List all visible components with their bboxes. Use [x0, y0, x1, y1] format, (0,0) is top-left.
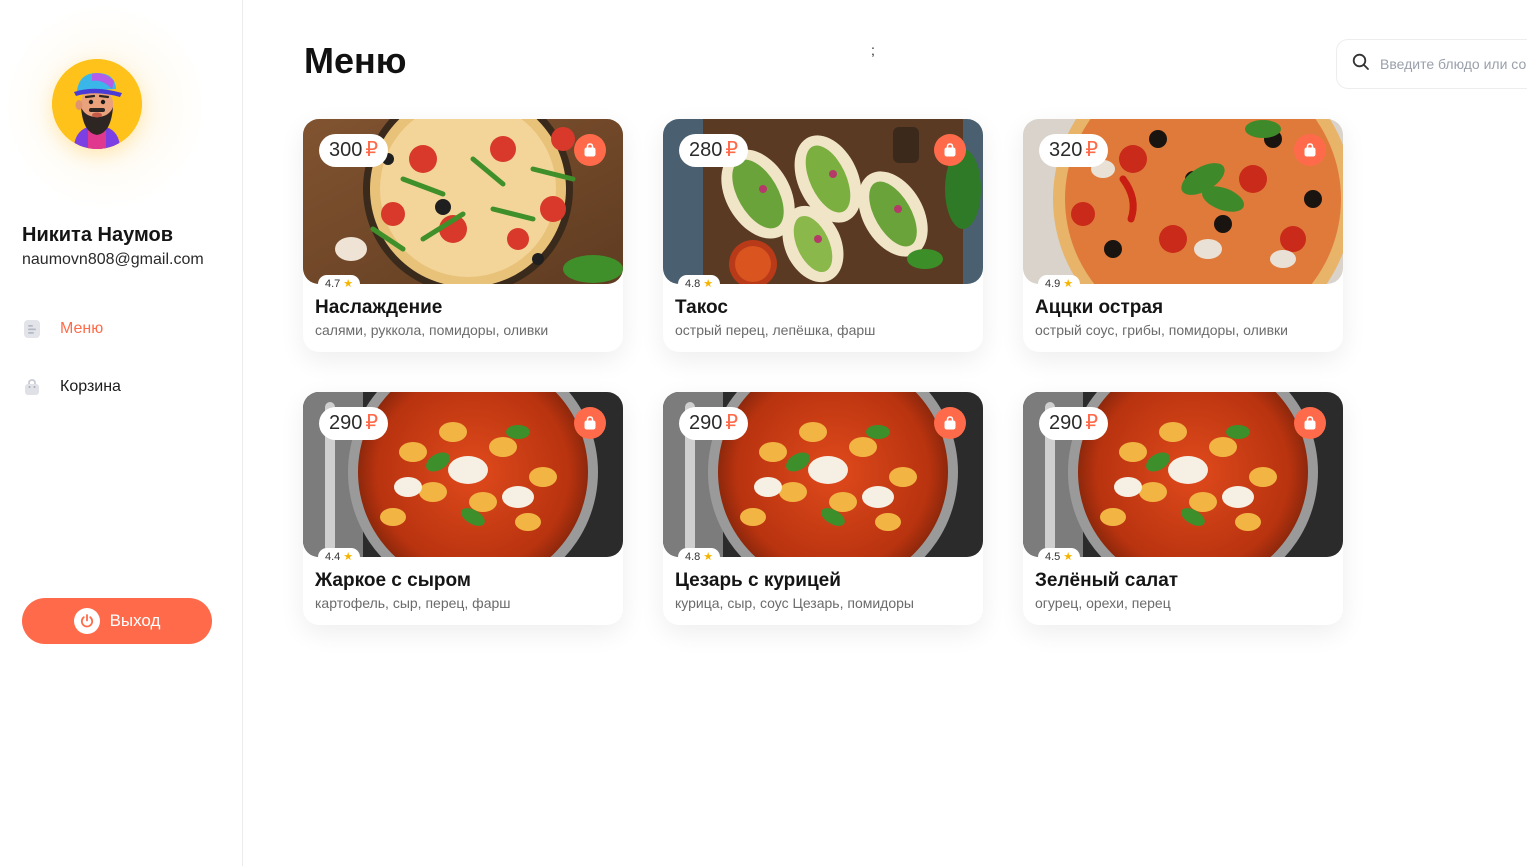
price-value: 290	[1049, 412, 1083, 434]
star-icon: ★	[703, 278, 714, 290]
star-icon: ★	[1063, 551, 1074, 563]
price-value: 290	[689, 412, 723, 434]
price-badge: 290 ₽	[319, 407, 389, 440]
add-to-cart-button[interactable]	[574, 407, 606, 439]
rating-badge: 4.7 ★	[318, 275, 361, 293]
sidebar-item-label: Корзина	[60, 378, 121, 395]
rating-value: 4.4	[325, 551, 341, 563]
product-card[interactable]: 320 ₽ 4.9 ★ Аццки острая острый соус, гриб…	[1023, 119, 1343, 352]
rating-badge: 4.4 ★	[318, 548, 361, 566]
logout-label: Выход	[109, 611, 161, 630]
star-icon: ★	[343, 551, 354, 563]
power-icon	[73, 608, 100, 634]
currency-symbol: ₽	[1085, 412, 1099, 434]
rating-badge: 4.8 ★	[678, 548, 721, 566]
app: Никита Наумов naumovn808@gmail.com Меню	[0, 0, 1527, 866]
bag-icon	[1304, 416, 1316, 430]
product-card[interactable]: 300 ₽ 4.7 ★ Наслаждение салями, руккола, п…	[303, 119, 623, 352]
rating-value: 4.7	[325, 278, 341, 290]
bag-icon	[944, 143, 956, 157]
product-title: Цезарь с курицей	[675, 570, 841, 591]
price-value: 290	[329, 412, 363, 434]
price-value: 320	[1049, 139, 1083, 161]
product-description: салями, руккола, помидоры, оливки	[315, 322, 549, 338]
sidebar-item-label: Меню	[60, 320, 104, 337]
product-description: острый соус, грибы, помидоры, оливки	[1035, 322, 1288, 338]
avatar[interactable]	[52, 59, 142, 149]
price-badge: 300 ₽	[319, 134, 389, 167]
currency-symbol: ₽	[725, 412, 739, 434]
add-to-cart-button[interactable]	[1294, 407, 1326, 439]
product-description: острый перец, лепёшка, фарш	[675, 322, 876, 338]
price-badge: 280 ₽	[679, 134, 749, 167]
price-value: 300	[329, 139, 363, 161]
bearded-man-avatar-icon	[52, 59, 142, 149]
rating-badge: 4.8 ★	[678, 275, 721, 293]
bag-icon	[584, 143, 596, 157]
product-title: Зелёный салат	[1035, 570, 1179, 591]
add-to-cart-button[interactable]	[574, 134, 606, 166]
product-title: Наслаждение	[315, 297, 443, 318]
search-box[interactable]	[1336, 39, 1527, 89]
price-badge: 320 ₽	[1039, 134, 1109, 167]
product-card[interactable]: 290 ₽ 4.8 ★ Цезарь с курицей курица, сыр, …	[663, 392, 983, 625]
product-card[interactable]: 290 ₽ 4.5 ★ Зелёный салат огурец, орехи, п…	[1023, 392, 1343, 625]
currency-symbol: ₽	[365, 139, 379, 161]
currency-symbol: ₽	[1085, 139, 1099, 161]
product-card[interactable]: 280 ₽ 4.8 ★ Такос острый перец, лепёшка, ф…	[663, 119, 983, 352]
currency-symbol: ₽	[725, 139, 739, 161]
page-title: Меню	[304, 40, 407, 81]
product-description: картофель, сыр, перец, фарш	[315, 595, 511, 611]
add-to-cart-button[interactable]	[1294, 134, 1326, 166]
product-description: огурец, орехи, перец	[1035, 595, 1171, 611]
search-icon	[1352, 53, 1370, 76]
document-icon	[22, 319, 42, 339]
bag-icon	[22, 377, 42, 397]
star-icon: ★	[343, 278, 354, 290]
sidebar-item-menu[interactable]: Меню	[22, 316, 103, 342]
sidebar: Никита Наумов naumovn808@gmail.com Меню	[0, 0, 243, 866]
rating-value: 4.8	[685, 278, 701, 290]
add-to-cart-button[interactable]	[934, 407, 966, 439]
bag-icon	[944, 416, 956, 430]
logout-button[interactable]: Выход	[22, 598, 212, 644]
sidebar-item-cart[interactable]: Корзина	[22, 374, 121, 400]
product-title: Такос	[675, 297, 728, 318]
product-title: Аццки острая	[1035, 297, 1164, 318]
rating-value: 4.9	[1045, 278, 1061, 290]
product-description: курица, сыр, соус Цезарь, помидоры	[675, 595, 914, 611]
price-badge: 290 ₽	[679, 407, 749, 440]
bag-icon	[584, 416, 596, 430]
rating-badge: 4.9 ★	[1038, 275, 1081, 293]
bag-icon	[1304, 143, 1316, 157]
star-icon: ★	[1063, 278, 1074, 290]
currency-symbol: ₽	[365, 412, 379, 434]
user-name: Никита Наумов	[22, 224, 173, 246]
user-email: naumovn808@gmail.com	[22, 251, 204, 268]
search-input[interactable]	[1380, 56, 1527, 72]
rating-value: 4.5	[1045, 551, 1061, 563]
price-value: 280	[689, 139, 723, 161]
star-icon: ★	[703, 551, 714, 563]
stray-text: ;	[871, 42, 875, 58]
rating-badge: 4.5 ★	[1038, 548, 1081, 566]
product-title: Жаркое с сыром	[315, 570, 471, 591]
add-to-cart-button[interactable]	[934, 134, 966, 166]
price-badge: 290 ₽	[1039, 407, 1109, 440]
product-card[interactable]: 290 ₽ 4.4 ★ Жаркое с сыром картофель, сыр,…	[303, 392, 623, 625]
rating-value: 4.8	[685, 551, 701, 563]
